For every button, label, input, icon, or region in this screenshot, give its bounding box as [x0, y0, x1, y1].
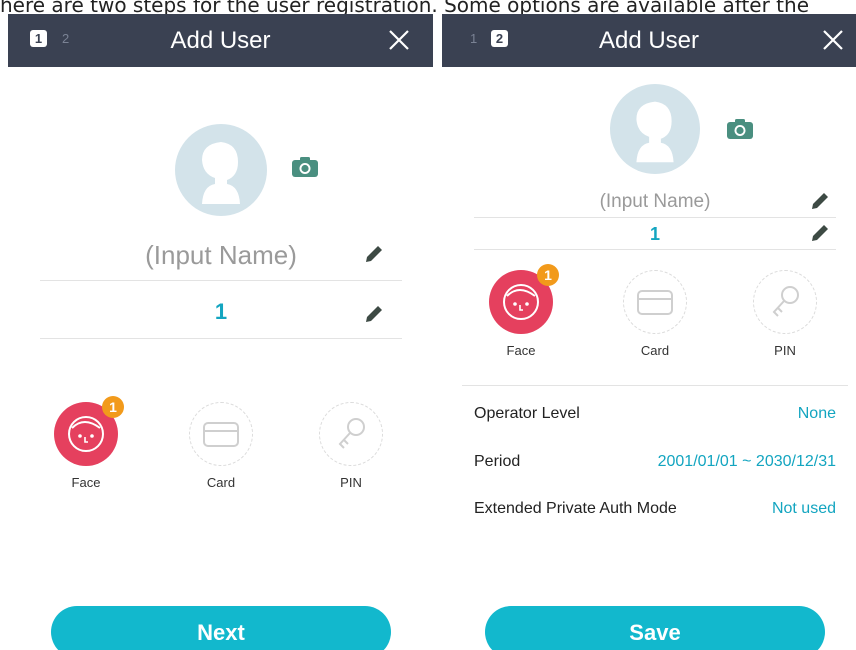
- card-icon: [637, 290, 673, 315]
- divider: [40, 338, 402, 339]
- card-icon: [203, 422, 239, 447]
- auth-method-card[interactable]: Card: [189, 402, 253, 490]
- key-icon: [772, 286, 799, 317]
- close-icon[interactable]: [821, 28, 845, 52]
- auth-method-pin[interactable]: PIN: [753, 270, 817, 358]
- user-avatar-icon[interactable]: [610, 84, 700, 174]
- auth-method-label: Card: [206, 475, 236, 490]
- close-icon[interactable]: [387, 28, 411, 52]
- extended-private-auth-mode-label: Extended Private Auth Mode: [474, 500, 677, 517]
- add-user-step-2-panel: 1 2 Add User (Input Name) 1 1 Face Card …: [442, 14, 856, 650]
- face-count-badge: 1: [102, 396, 124, 418]
- divider: [462, 385, 848, 386]
- operator-level-value: None: [797, 405, 836, 422]
- period-value: 2001/01/01 ~ 2030/12/31: [657, 453, 836, 470]
- edit-name-pencil-icon[interactable]: [810, 191, 830, 211]
- auth-method-label: Face: [71, 475, 101, 490]
- header-bar: 1 2 Add User: [8, 14, 433, 67]
- name-input[interactable]: (Input Name): [560, 189, 750, 215]
- extended-private-auth-mode-value: Not used: [771, 500, 836, 517]
- operator-level-label: Operator Level: [474, 405, 580, 422]
- user-avatar-icon[interactable]: [175, 124, 267, 216]
- edit-id-pencil-icon[interactable]: [364, 304, 384, 324]
- auth-method-face[interactable]: 1 Face: [54, 396, 124, 490]
- auth-method-label: PIN: [774, 343, 796, 358]
- camera-icon[interactable]: [291, 156, 319, 178]
- user-id-field[interactable]: 1: [560, 222, 750, 246]
- edit-name-pencil-icon[interactable]: [364, 244, 384, 264]
- user-id-field[interactable]: 1: [108, 298, 334, 326]
- period-label: Period: [474, 453, 521, 470]
- auth-method-face[interactable]: 1 Face: [489, 264, 559, 358]
- auth-method-label: PIN: [340, 475, 362, 490]
- save-button[interactable]: Save: [485, 606, 825, 650]
- name-input[interactable]: (Input Name): [108, 238, 334, 272]
- auth-method-pin[interactable]: PIN: [319, 402, 383, 490]
- face-count-badge: 1: [537, 264, 559, 286]
- auth-method-label: Card: [640, 343, 670, 358]
- divider: [40, 280, 402, 281]
- key-icon: [338, 418, 365, 449]
- edit-id-pencil-icon[interactable]: [810, 223, 830, 243]
- divider: [474, 249, 836, 250]
- auth-method-card[interactable]: Card: [623, 270, 687, 358]
- next-button[interactable]: Next: [51, 606, 391, 650]
- auth-method-label: Face: [506, 343, 536, 358]
- camera-icon[interactable]: [726, 118, 754, 140]
- page-title: Add User: [170, 27, 271, 54]
- header-bar: 1 2 Add User: [442, 14, 856, 67]
- page-title: Add User: [598, 27, 700, 54]
- divider: [474, 217, 836, 218]
- add-user-step-1-panel: 1 2 Add User (Input Name) 1 1 Face Card …: [8, 14, 433, 650]
